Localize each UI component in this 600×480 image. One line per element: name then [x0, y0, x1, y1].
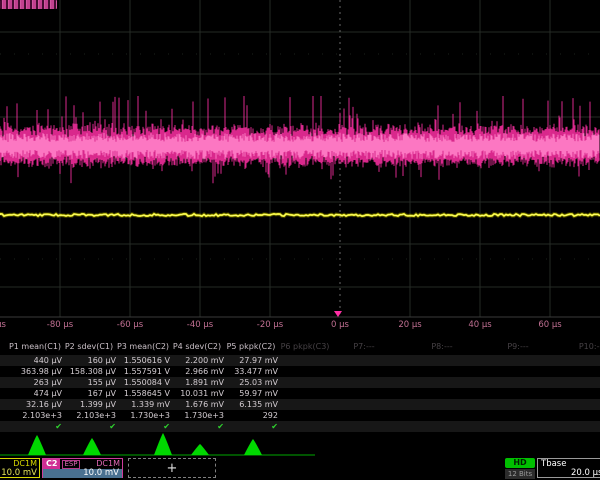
param-header-p8[interactable]: P8:--- [431, 342, 452, 351]
measure-value: 1.550616 V [116, 355, 170, 366]
measure-value: 167 µV [62, 388, 116, 399]
measure-value: 1.730e+3 [170, 410, 224, 421]
measure-value: 33.477 mV [224, 366, 278, 377]
trigger-delay-marker[interactable] [334, 311, 342, 317]
measure-value: 1.730e+3 [116, 410, 170, 421]
measure-row: 2.103e+32.103e+31.730e+31.730e+3292 [0, 410, 600, 421]
timebase-label: Tbase [538, 459, 566, 469]
measure-row: 474 µV167 µV1.558645 V10.031 mV59.97 mV [0, 388, 600, 399]
time-tick-label: 0 µs [331, 320, 349, 330]
param-header-p1[interactable]: P1 mean(C1) [9, 342, 61, 351]
time-axis: -100 µs -80 µs -60 µs -40 µs -20 µs 0 µs 20 µs… [0, 318, 600, 341]
oscilloscope-screen: -100 µs -80 µs -60 µs -40 µs -20 µs 0 µs 20 µs… [0, 0, 600, 480]
hd-bits-label: 12 Bits [505, 469, 535, 479]
c2-badge: C2 [43, 459, 60, 469]
add-trace-button[interactable]: + [128, 458, 216, 478]
measure-value: 27.97 mV [224, 355, 278, 366]
measure-row: 440 µV160 µV1.550616 V2.200 mV27.97 mV [0, 355, 600, 366]
measure-value: 2.966 mV [170, 366, 224, 377]
measure-row: 363.98 µV158.308 µV1.557591 V2.966 mV33.… [0, 366, 600, 377]
measure-value: 1.399 µV [62, 399, 116, 410]
param-header-p2[interactable]: P2 sdev(C1) [65, 342, 113, 351]
measure-value: 6.135 mV [224, 399, 278, 410]
measure-value: 160 µV [62, 355, 116, 366]
plus-icon: + [167, 461, 178, 476]
measure-value: 1.891 mV [170, 377, 224, 388]
time-tick-label: -20 µs [257, 320, 283, 330]
measure-value: 263 µV [8, 377, 62, 388]
measure-value: 158.308 µV [62, 366, 116, 377]
waveform-display[interactable] [0, 0, 600, 330]
measure-value: 1.550084 V [116, 377, 170, 388]
measure-value: 1.676 mV [170, 399, 224, 410]
descriptor-bar: C1 DC1M 10.0 mV C2 ESP DC1M 10.0 mV + HD… [0, 457, 600, 480]
measure-value: 59.97 mV [224, 388, 278, 399]
c2-esp-tag: ESP [62, 460, 79, 469]
measure-value: 155 µV [62, 377, 116, 388]
param-header-p5[interactable]: P5 pkpk(C2) [227, 342, 276, 351]
histicon-peak [154, 433, 172, 455]
timebase-descriptor[interactable]: Tbase 20.0 µs/div [537, 458, 600, 478]
param-header-p4[interactable]: P4 sdev(C2) [173, 342, 221, 351]
param-header-p3[interactable]: P3 mean(C2) [117, 342, 169, 351]
measure-value: 2.200 mV [170, 355, 224, 366]
time-tick-label: -40 µs [187, 320, 213, 330]
param-header-p6[interactable]: P6 pkpk(C3) [281, 342, 330, 351]
time-tick-label: 40 µs [468, 320, 491, 330]
measure-value: 10.031 mV [170, 388, 224, 399]
time-tick-label: -100 µs [0, 320, 6, 330]
measure-value: 292 [224, 410, 278, 421]
measurement-table: P1 mean(C1) P2 sdev(C1) P3 mean(C2) P4 sdev… [0, 341, 600, 435]
measure-value: 2.103e+3 [8, 410, 62, 421]
parameter-histicons[interactable] [0, 430, 330, 458]
param-header-p7[interactable]: P7:--- [353, 342, 374, 351]
c2-volts-per-div: 10.0 mV [43, 469, 122, 478]
time-tick-label: 60 µs [538, 320, 561, 330]
c2-trace-annotation-chip[interactable] [0, 0, 57, 9]
histicon-peak [191, 444, 209, 455]
time-tick-label: 20 µs [398, 320, 421, 330]
measure-value: 1.557591 V [116, 366, 170, 377]
histicon-peak [83, 438, 101, 455]
measure-row: 263 µV155 µV1.550084 V1.891 mV25.03 mV [0, 377, 600, 388]
channel-c1-descriptor[interactable]: C1 DC1M 10.0 mV [0, 458, 40, 478]
time-tick-label: -60 µs [117, 320, 143, 330]
measure-value: 1.558645 V [116, 388, 170, 399]
time-per-div: 20.0 µs/div [538, 469, 600, 478]
histicon-peak [244, 439, 262, 455]
channel-c2-descriptor[interactable]: C2 ESP DC1M 10.0 mV [42, 458, 123, 478]
param-header-p9[interactable]: P9:--- [507, 342, 528, 351]
measure-value: 32.16 µV [8, 399, 62, 410]
measure-value: 440 µV [8, 355, 62, 366]
measure-row: 32.16 µV1.399 µV1.339 mV1.676 mV6.135 mV [0, 399, 600, 410]
hd-mode-badge: HD [505, 458, 535, 468]
c1-volts-per-div: 10.0 mV [0, 469, 39, 478]
time-tick-label: -80 µs [47, 320, 73, 330]
measure-value: 1.339 mV [116, 399, 170, 410]
histicon-peak [28, 435, 46, 455]
measure-value: 2.103e+3 [62, 410, 116, 421]
measure-value: 363.98 µV [8, 366, 62, 377]
measure-value: 474 µV [8, 388, 62, 399]
param-header-p10[interactable]: P10:--- [579, 342, 600, 351]
measure-value: 25.03 mV [224, 377, 278, 388]
